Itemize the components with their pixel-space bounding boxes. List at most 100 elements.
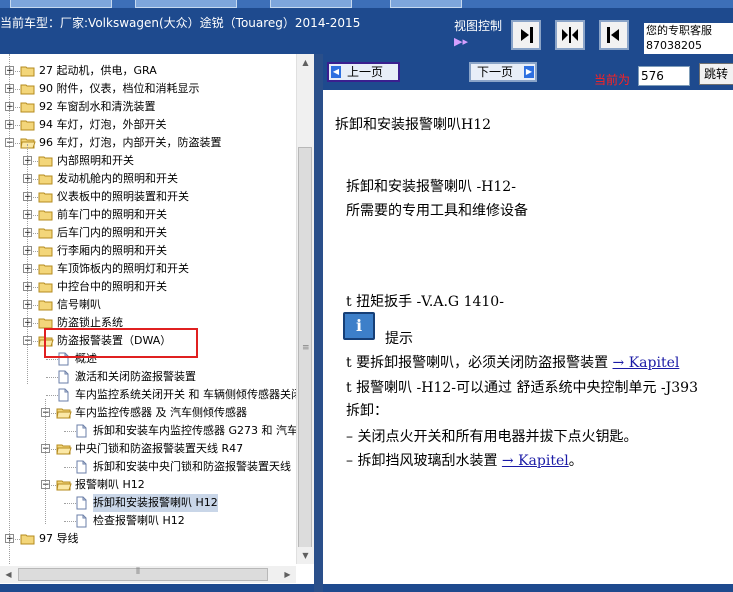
tree-item-label[interactable]: 97 导线 [39, 530, 79, 548]
split-view-button[interactable] [555, 20, 585, 50]
tree-folder-item[interactable]: + 信号喇叭 [0, 296, 296, 314]
tree-item-label[interactable]: 后车门内的照明和开关 [57, 224, 167, 242]
document-icon [58, 388, 69, 402]
tree-item-label[interactable]: 94 车灯，灯泡，外部开关 [39, 116, 167, 134]
tree-folder-item[interactable]: +27 起动机，供电，GRA [0, 62, 296, 80]
tree-item-label[interactable]: 检查报警喇叭 H12 [93, 512, 185, 530]
folder-open-icon [56, 443, 72, 455]
top-tab[interactable] [135, 0, 237, 8]
tree-guide-line [9, 54, 10, 564]
tree-folder-item[interactable]: + 前车门中的照明和开关 [0, 206, 296, 224]
arrow-right-icon: ▶ [524, 66, 534, 78]
document-icon [76, 460, 87, 474]
tree-item-label[interactable]: 拆卸和安装车内监控传感器 G273 和 汽车侧倾传感器 [93, 422, 296, 440]
step-2-end: 。 [568, 453, 583, 469]
tree-item-label[interactable]: 发动机舱内的照明和开关 [57, 170, 178, 188]
scroll-up-icon[interactable]: ▲ [297, 54, 314, 71]
tree-guide-line [45, 399, 46, 524]
folder-icon [38, 263, 54, 275]
top-tab[interactable] [270, 0, 352, 8]
tree-folder-item[interactable]: −96 车灯，灯泡，内部开关，防盗装置 [0, 134, 296, 152]
document-content: 拆卸和安装报警喇叭H12 拆卸和安装报警喇叭 -H12- 所需要的专用工具和维修… [323, 90, 733, 584]
tree-horizontal-scrollbar[interactable]: ◀ ⦀ ▶ [0, 566, 296, 583]
scroll-thumb[interactable]: ≡ [298, 147, 312, 550]
pane-divider[interactable] [314, 54, 323, 592]
tree-folder-item[interactable]: + 发动机舱内的照明和开关 [0, 170, 296, 188]
tree-pane: +27 起动机，供电，GRA +90 附件，仪表，档位和消耗显示 +92 车窗刮水和… [0, 54, 314, 592]
tree-connector [64, 431, 76, 432]
collapse-right-icon [607, 27, 619, 43]
tree-item-label[interactable]: 27 起动机，供电，GRA [39, 62, 157, 80]
jump-button[interactable]: 跳转 [699, 63, 733, 85]
kapitel-link[interactable]: → Kapitel [502, 453, 569, 469]
tree-item-label[interactable]: 拆卸和安装报警喇叭 H12 [93, 494, 218, 512]
tree-item-label[interactable]: 中控台中的照明和开关 [57, 278, 167, 296]
prev-page-button[interactable]: ◀ 上一页 [327, 62, 400, 82]
tree-folder-item[interactable]: + 后车门内的照明和开关 [0, 224, 296, 242]
tree-item-label[interactable]: 中央门锁和防盗报警装置天线 R47 [75, 440, 243, 458]
folder-icon [20, 533, 36, 545]
tree-item-label[interactable]: 92 车窗刮水和清洗装置 [39, 98, 156, 116]
tree-folder-item[interactable]: +97 导线 [0, 530, 296, 548]
tree-item-label[interactable]: 拆卸和安装中央门锁和防盗报警装置天线 [93, 458, 291, 476]
grip-icon: ⦀ [136, 567, 140, 577]
tree-vertical-scrollbar[interactable]: ▲ ≡ ▼ [296, 54, 314, 564]
scroll-thumb[interactable]: ⦀ [18, 567, 268, 581]
info-icon: i [343, 312, 375, 340]
note-line-1-text: t 要拆卸报警喇叭，必须关闭防盗报警装置 [346, 355, 609, 371]
tree-connector [46, 359, 58, 360]
tree-item-label[interactable]: 内部照明和开关 [57, 152, 134, 170]
tree-folder-item[interactable]: + 车顶饰板内的照明灯和开关 [0, 260, 296, 278]
tree-view[interactable]: +27 起动机，供电，GRA +90 附件，仪表，档位和消耗显示 +92 车窗刮水和… [0, 54, 296, 564]
tree-folder-item[interactable]: + 内部照明和开关 [0, 152, 296, 170]
customer-service-box: 您的专职客服 87038205 [644, 23, 733, 54]
tree-folder-item[interactable]: + 中控台中的照明和开关 [0, 278, 296, 296]
car-model-title: 当前车型：厂家:Volkswagen(大众）途锐（Touareg）2014-20… [0, 16, 361, 30]
tree-connector [64, 521, 76, 522]
grip-icon: ≡ [302, 343, 310, 353]
tree-item-label[interactable]: 车内监控系统关闭开关 和 车辆侧倾传感器关闭开关 [75, 386, 296, 404]
tree-item-label[interactable]: 车顶饰板内的照明灯和开关 [57, 260, 189, 278]
scroll-right-icon[interactable]: ▶ [279, 566, 296, 583]
page-number-input[interactable] [638, 66, 690, 86]
top-tab[interactable] [390, 0, 462, 8]
annotation-highlight-box [44, 328, 198, 358]
tree-item-label[interactable]: 仪表板中的照明装置和开关 [57, 188, 189, 206]
doc-subtitle-line2: 所需要的专用工具和维修设备 [346, 203, 528, 219]
tree-item-label[interactable]: 激活和关闭防盗报警装置 [75, 368, 196, 386]
scroll-left-icon[interactable]: ◀ [0, 566, 17, 583]
removal-label: 拆卸： [346, 403, 388, 419]
tree-item-label[interactable]: 报警喇叭 H12 [75, 476, 145, 494]
top-tab[interactable] [10, 0, 112, 8]
tree-item-label[interactable]: 信号喇叭 [57, 296, 101, 314]
kapitel-link[interactable]: → Kapitel [613, 355, 680, 371]
tree-folder-item[interactable]: +90 附件，仪表，档位和消耗显示 [0, 80, 296, 98]
folder-icon [38, 191, 54, 203]
top-strip [0, 0, 733, 8]
folder-icon [38, 245, 54, 257]
step-1: – 关闭点火开关和所有用电器并拔下点火钥匙。 [346, 429, 638, 445]
tree-item-label[interactable]: 行李厢内的照明和开关 [57, 242, 167, 260]
note-line-1: t 要拆卸报警喇叭，必须关闭防盗报警装置 → Kapitel [346, 352, 679, 372]
folder-open-icon [56, 479, 72, 491]
tree-folder-item[interactable]: +94 车灯，灯泡，外部开关 [0, 116, 296, 134]
doc-tool-item: t 扭矩扳手 -V.A.G 1410- [346, 294, 504, 310]
doc-heading: 拆卸和安装报警喇叭H12 [335, 117, 492, 133]
tree-item-label[interactable]: 96 车灯，灯泡，内部开关，防盗装置 [39, 134, 222, 152]
tree-item-label[interactable]: 前车门中的照明和开关 [57, 206, 167, 224]
collapse-right-button[interactable] [599, 20, 629, 50]
scroll-down-icon[interactable]: ▼ [297, 547, 314, 564]
tree-folder-item[interactable]: + 行李厢内的照明和开关 [0, 242, 296, 260]
app-header: 当前车型：厂家:Volkswagen(大众）途锐（Touareg）2014-20… [0, 0, 733, 54]
tree-item-label[interactable]: 90 附件，仪表，档位和消耗显示 [39, 80, 200, 98]
tree-connector [64, 467, 76, 468]
tree-folder-item[interactable]: +92 车窗刮水和清洗装置 [0, 98, 296, 116]
tree-doc-item[interactable]: 激活和关闭防盗报警装置 [0, 368, 296, 386]
next-page-button[interactable]: 下一页 ▶ [469, 62, 537, 82]
service-phone: 87038205 [646, 39, 702, 52]
tree-folder-item[interactable]: + 仪表板中的照明装置和开关 [0, 188, 296, 206]
folder-icon [38, 227, 54, 239]
tree-item-label[interactable]: 车内监控传感器 及 汽车侧倾传感器 [75, 404, 247, 422]
doc-bottom-strip [323, 584, 733, 592]
collapse-left-button[interactable] [511, 20, 541, 50]
